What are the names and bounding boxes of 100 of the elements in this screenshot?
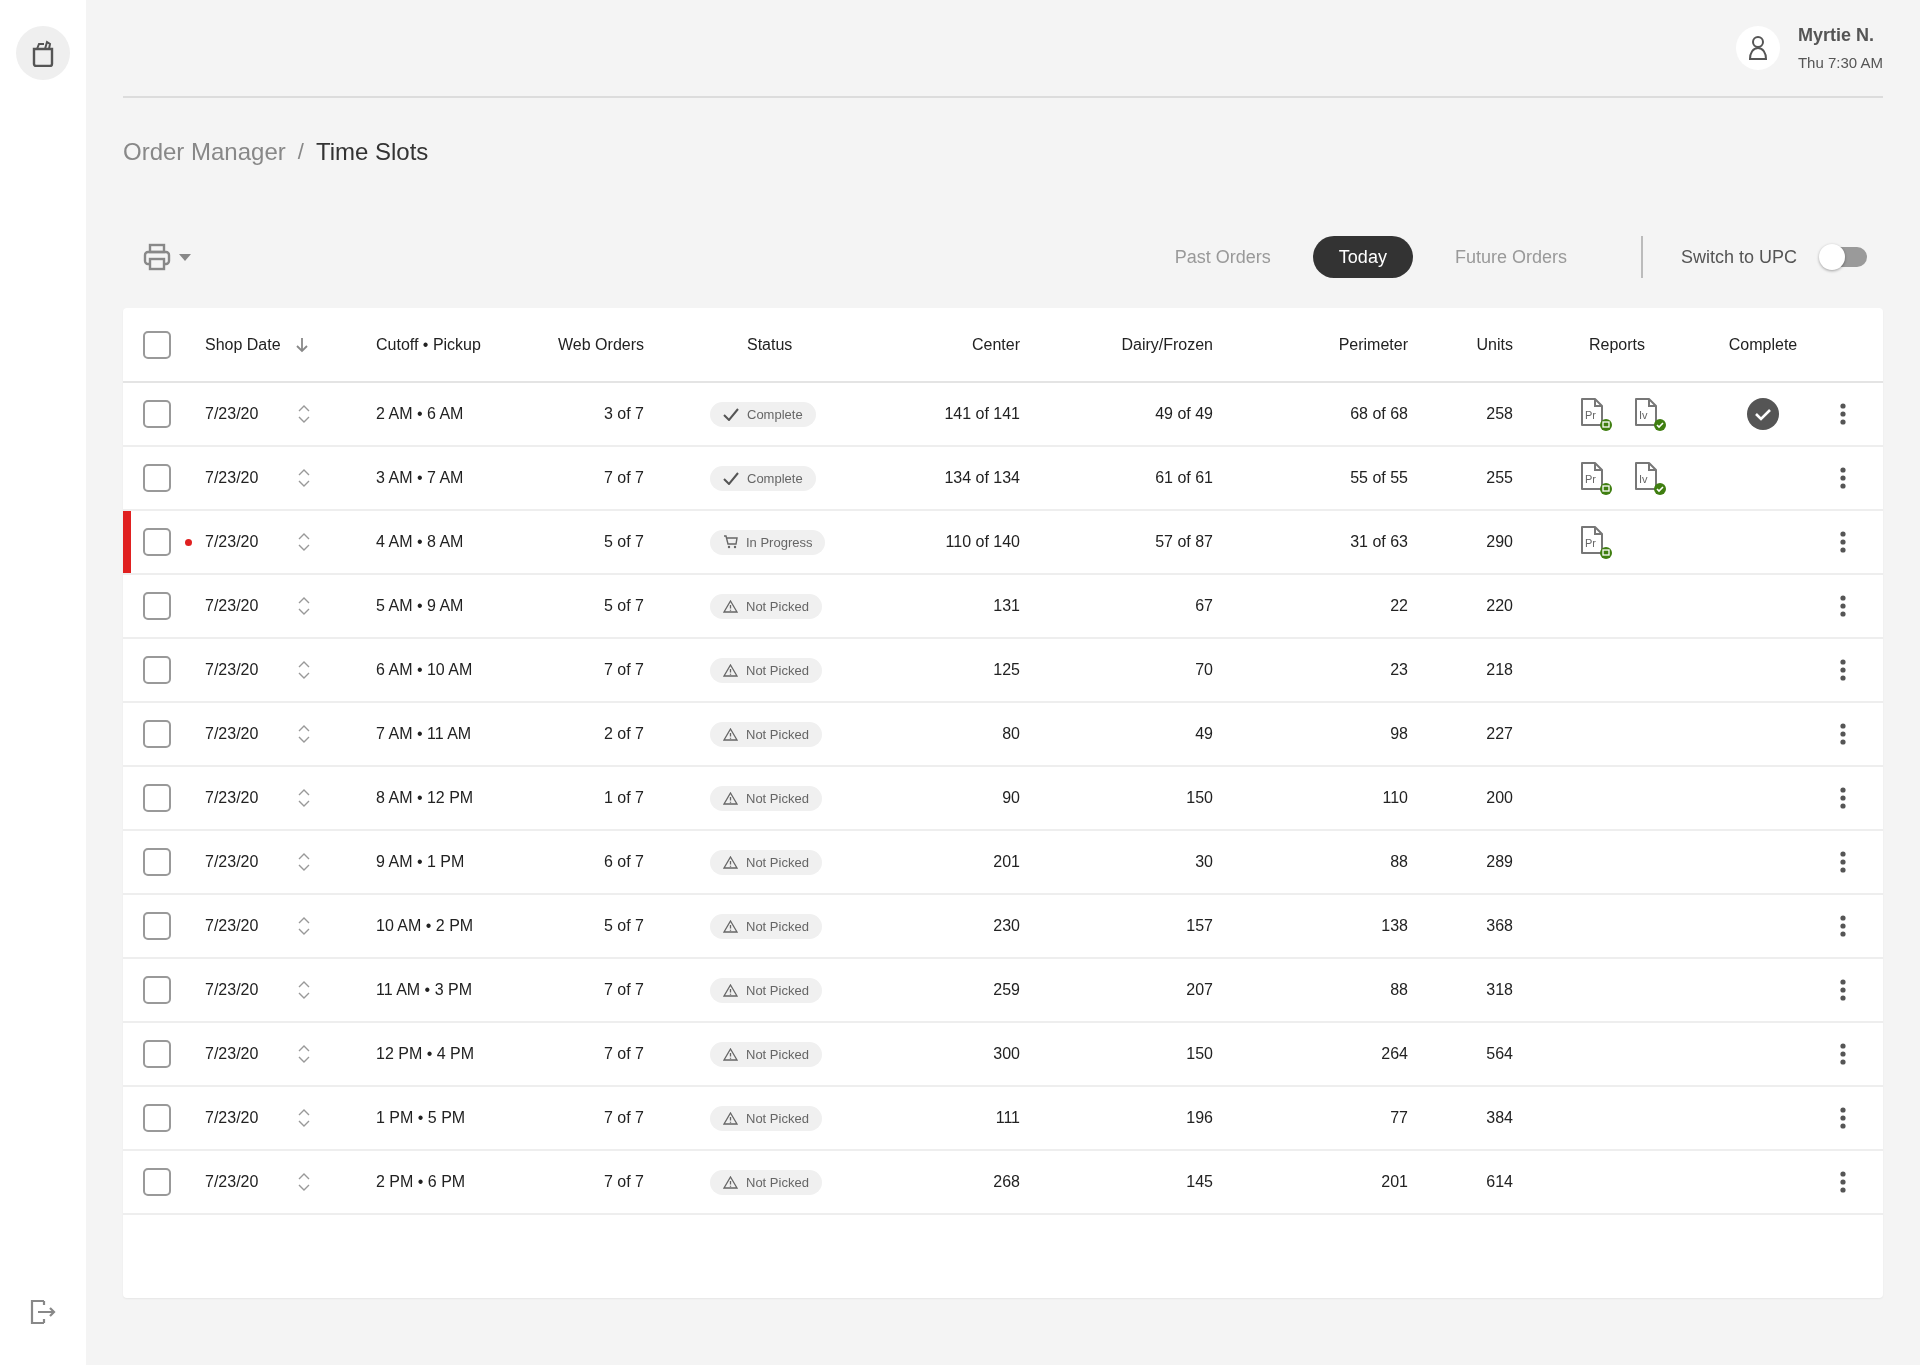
more-options-button[interactable] xyxy=(1840,787,1846,809)
sort-icon[interactable] xyxy=(297,980,311,1000)
row-checkbox[interactable] xyxy=(143,592,171,620)
column-header[interactable]: Shop Date xyxy=(205,335,281,354)
status-badge: Not Picked xyxy=(710,1105,822,1131)
status-badge: Not Picked xyxy=(710,849,822,875)
row-checkbox[interactable] xyxy=(143,784,171,812)
dairy-frozen-count: 70 xyxy=(1195,661,1213,679)
center-count: 134 of 134 xyxy=(944,469,1020,487)
table-row[interactable]: 7/23/20 11 AM • 3 PM 7 of 7 Not Picked 259 207 88 318 xyxy=(123,959,1883,1023)
user-avatar[interactable] xyxy=(1735,26,1780,70)
column-header: Dairy/Frozen xyxy=(1121,335,1213,354)
date-range-tab[interactable]: Today xyxy=(1312,236,1413,278)
more-options-button[interactable] xyxy=(1840,1043,1846,1065)
sort-icon[interactable] xyxy=(297,596,311,616)
more-options-button[interactable] xyxy=(1840,403,1846,425)
more-icon xyxy=(1840,531,1846,553)
sort-icon[interactable] xyxy=(297,852,311,872)
status-badge: Not Picked xyxy=(710,977,822,1003)
more-options-button[interactable] xyxy=(1840,595,1846,617)
grocery-bag-icon xyxy=(31,39,55,67)
more-icon xyxy=(1840,1171,1846,1193)
table-row[interactable]: 7/23/20 5 AM • 9 AM 5 of 7 Not Picked 131 67 22 220 xyxy=(123,575,1883,639)
sort-icon[interactable] xyxy=(297,404,311,424)
sort-icon[interactable] xyxy=(297,1044,311,1064)
row-checkbox[interactable] xyxy=(143,464,171,492)
time-slot: 9 AM • 1 PM xyxy=(330,853,465,871)
shop-date: 7/23/20 xyxy=(205,789,260,807)
dairy-frozen-count: 67 xyxy=(1195,597,1213,615)
table-row[interactable]: 7/23/20 7 AM • 11 AM 2 of 7 Not Picked 80 49 98 227 xyxy=(123,703,1883,767)
sort-icon[interactable] xyxy=(297,468,311,488)
units-count: 218 xyxy=(1486,661,1513,679)
center-count: 201 xyxy=(993,853,1020,871)
more-options-button[interactable] xyxy=(1840,851,1846,873)
table-row[interactable]: 7/23/20 10 AM • 2 PM 5 of 7 Not Picked 230 157 138 368 xyxy=(123,895,1883,959)
sort-icon[interactable] xyxy=(297,788,311,808)
dairy-frozen-count: 49 xyxy=(1195,725,1213,743)
select-all-checkbox[interactable] xyxy=(143,330,171,359)
sort-descending-icon[interactable] xyxy=(294,336,309,353)
perimeter-count: 31 of 63 xyxy=(1350,533,1408,551)
more-options-button[interactable] xyxy=(1840,1107,1846,1129)
row-checkbox[interactable] xyxy=(143,528,171,556)
status-badge: Not Picked xyxy=(710,593,822,619)
breadcrumb-separator: / xyxy=(297,139,304,165)
time-slot: 11 AM • 3 PM xyxy=(330,981,472,999)
warning-icon xyxy=(723,983,738,997)
more-icon xyxy=(1840,467,1846,489)
report-code: Pr xyxy=(1585,473,1596,485)
row-checkbox[interactable] xyxy=(143,720,171,748)
more-options-button[interactable] xyxy=(1840,723,1846,745)
table-row[interactable]: 7/23/20 6 AM • 10 AM 7 of 7 Not Picked 125 70 23 218 xyxy=(123,639,1883,703)
breadcrumb-item: Time Slots xyxy=(315,138,429,166)
more-options-button[interactable] xyxy=(1840,1171,1846,1193)
print-menu-button[interactable] xyxy=(143,243,191,271)
more-options-button[interactable] xyxy=(1840,659,1846,681)
status-badge: Not Picked xyxy=(710,657,822,683)
perimeter-count: 98 xyxy=(1390,725,1408,743)
column-header: Units xyxy=(1476,335,1513,354)
column-header: Web Orders xyxy=(558,335,644,354)
sort-icon[interactable] xyxy=(297,1108,311,1128)
table-row[interactable]: 7/23/20 2 AM • 6 AM 3 of 7 Complete 141 of 141 49 of 49 68 of 68 258 Pr Iv xyxy=(123,383,1883,447)
report-code: Iv xyxy=(1639,473,1648,485)
row-checkbox[interactable] xyxy=(143,1168,171,1196)
dairy-frozen-count: 196 xyxy=(1186,1109,1213,1127)
dairy-frozen-count: 150 xyxy=(1186,1045,1213,1063)
table-row[interactable]: 7/23/20 8 AM • 12 PM 1 of 7 Not Picked 90 150 110 200 xyxy=(123,767,1883,831)
time-slot: 10 AM • 2 PM xyxy=(330,917,474,935)
table-row[interactable]: 7/23/20 12 PM • 4 PM 7 of 7 Not Picked 300 150 264 564 xyxy=(123,1023,1883,1087)
sort-icon[interactable] xyxy=(297,532,311,552)
sort-icon[interactable] xyxy=(297,660,311,680)
table-row[interactable]: 7/23/20 3 AM • 7 AM 7 of 7 Complete 134 of 134 61 of 61 55 of 55 255 Pr Iv xyxy=(123,447,1883,511)
row-checkbox[interactable] xyxy=(143,400,171,428)
warning-icon xyxy=(723,1047,738,1061)
more-options-button[interactable] xyxy=(1840,467,1846,489)
table-row[interactable]: 7/23/20 9 AM • 1 PM 6 of 7 Not Picked 201 30 88 289 xyxy=(123,831,1883,895)
table-row[interactable]: 7/23/20 1 PM • 5 PM 7 of 7 Not Picked 111 196 77 384 xyxy=(123,1087,1883,1151)
more-options-button[interactable] xyxy=(1840,915,1846,937)
upc-toggle[interactable] xyxy=(1821,247,1867,267)
row-checkbox[interactable] xyxy=(143,1040,171,1068)
table-row[interactable]: 7/23/20 4 AM • 8 AM 5 of 7 In Progress 110 of 140 57 of 87 31 of 63 290 Pr xyxy=(123,511,1883,575)
row-checkbox[interactable] xyxy=(143,656,171,684)
shop-date: 7/23/20 xyxy=(205,917,260,935)
logout-icon[interactable] xyxy=(29,1299,57,1325)
row-checkbox[interactable] xyxy=(143,912,171,940)
table-row[interactable]: 7/23/20 2 PM • 6 PM 7 of 7 Not Picked 268 145 201 614 xyxy=(123,1151,1883,1215)
row-checkbox[interactable] xyxy=(143,976,171,1004)
row-checkbox[interactable] xyxy=(143,1104,171,1132)
more-options-button[interactable] xyxy=(1840,979,1846,1001)
perimeter-count: 88 xyxy=(1390,853,1408,871)
warning-icon xyxy=(723,919,738,933)
row-checkbox[interactable] xyxy=(143,848,171,876)
time-slot: 2 PM • 6 PM xyxy=(330,1173,466,1191)
time-slot: 12 PM • 4 PM xyxy=(330,1045,475,1063)
more-icon xyxy=(1840,915,1846,937)
more-options-button[interactable] xyxy=(1840,531,1846,553)
warning-icon xyxy=(723,599,738,613)
sort-icon[interactable] xyxy=(297,1172,311,1192)
dairy-frozen-count: 49 of 49 xyxy=(1155,405,1213,423)
sort-icon[interactable] xyxy=(297,916,311,936)
sort-icon[interactable] xyxy=(297,724,311,744)
